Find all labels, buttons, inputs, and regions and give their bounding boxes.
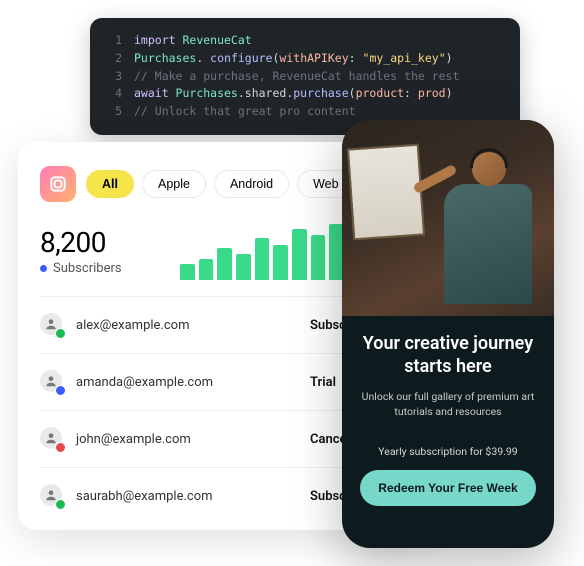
code-content: await Purchases.shared.purchase(product:… <box>134 85 453 103</box>
status-badge-icon <box>55 499 66 510</box>
headphones-icon <box>470 148 508 168</box>
line-number: 5 <box>104 103 122 121</box>
redeem-button[interactable]: Redeem Your Free Week <box>360 470 536 506</box>
line-number: 1 <box>104 32 122 50</box>
line-number: 3 <box>104 68 122 86</box>
subscriber-email: john@example.com <box>76 432 298 447</box>
chart-bar <box>292 229 307 280</box>
kpi-info: 8,200 Subscribers <box>40 226 122 276</box>
subscriber-email: saurabh@example.com <box>76 489 298 504</box>
code-content: Purchases. configure(withAPIKey: "my_api… <box>134 50 453 68</box>
platform-tabs: AllAppleAndroidWeb <box>86 170 355 198</box>
painting-canvas-icon <box>347 144 425 241</box>
line-number: 4 <box>104 85 122 103</box>
avatar <box>40 427 64 451</box>
code-line: 3 // Make a purchase, RevenueCat handles … <box>104 68 502 86</box>
avatar <box>40 370 64 394</box>
code-editor: 1 import RevenueCat 2 Purchases. configure(… <box>90 18 520 135</box>
code-line: 2 Purchases. configure(withAPIKey: "my_ap… <box>104 50 502 68</box>
chart-bar <box>217 248 232 280</box>
code-content: // Make a purchase, RevenueCat handles t… <box>134 68 459 86</box>
chart-bar <box>311 235 326 280</box>
subscriber-email: alex@example.com <box>76 318 298 333</box>
kpi-value: 8,200 <box>40 226 122 259</box>
tab-android[interactable]: Android <box>214 170 289 198</box>
paywall-price: Yearly subscription for $39.99 <box>378 445 517 458</box>
phone-hero-image <box>342 120 554 316</box>
paywall-content: Your creative journey starts here Unlock… <box>342 316 554 548</box>
tab-apple[interactable]: Apple <box>142 170 206 198</box>
status-badge-icon <box>55 442 66 453</box>
code-line: 1 import RevenueCat <box>104 32 502 50</box>
chart-bar <box>236 254 251 280</box>
code-line: 5 // Unlock that great pro content <box>104 103 502 121</box>
phone-preview: Your creative journey starts here Unlock… <box>342 120 554 548</box>
chart-bar <box>199 259 214 280</box>
chart-bar <box>180 264 195 280</box>
app-icon <box>40 166 76 202</box>
code-content: // Unlock that great pro content <box>134 103 356 121</box>
paywall-subtitle: Unlock our full gallery of premium art t… <box>360 389 536 419</box>
code-content: import RevenueCat <box>134 32 252 50</box>
line-number: 2 <box>104 50 122 68</box>
subscriber-email: amanda@example.com <box>76 375 298 390</box>
avatar <box>40 313 64 337</box>
status-badge-icon <box>55 385 66 396</box>
code-line: 4 await Purchases.shared.purchase(product… <box>104 85 502 103</box>
painter-body-icon <box>444 184 532 304</box>
chart-bar <box>273 245 288 280</box>
paywall-title: Your creative journey starts here <box>360 332 536 379</box>
avatar <box>40 484 64 508</box>
kpi-label-text: Subscribers <box>53 261 122 276</box>
series-dot-icon <box>40 265 47 272</box>
chart-bar <box>255 238 270 280</box>
kpi-label: Subscribers <box>40 261 122 276</box>
status-badge-icon <box>55 328 66 339</box>
tab-all[interactable]: All <box>86 170 134 198</box>
